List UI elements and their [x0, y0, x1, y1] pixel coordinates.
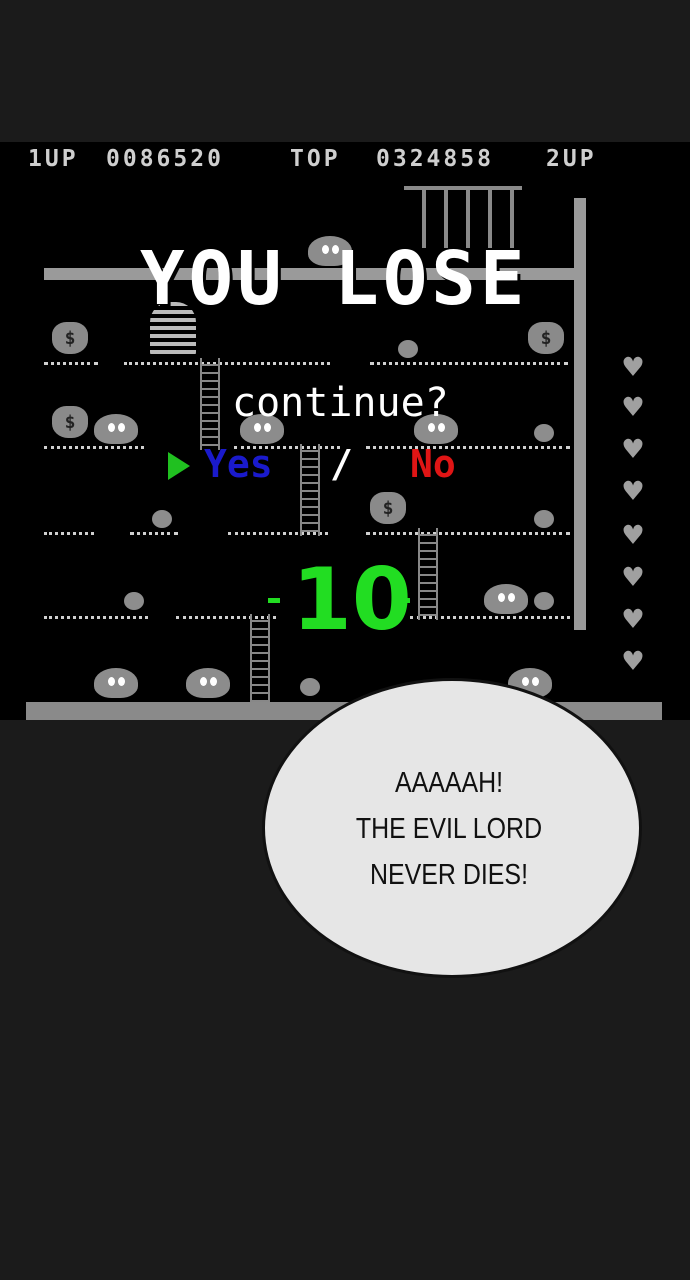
platform	[366, 446, 570, 454]
broken-heart-icon: ♥	[623, 558, 643, 596]
slime-enemy	[94, 668, 138, 698]
you-lose-title: YOU LOSE	[140, 236, 529, 322]
money-bag-icon: $	[528, 322, 564, 354]
speech-bubble-text: AAAAAH! THE EVIL LORD NEVER DIES!	[262, 760, 636, 898]
broken-heart-icon: ♥	[623, 388, 643, 426]
platform	[44, 616, 148, 624]
broken-heart-icon: ♥	[623, 516, 643, 554]
platform	[44, 446, 144, 454]
top-score: 0324858	[376, 146, 494, 172]
continue-prompt: continue?	[232, 380, 449, 426]
apple-icon	[534, 510, 554, 528]
ladder	[200, 358, 220, 450]
money-bag-icon: $	[52, 322, 88, 354]
countdown-dash-right	[398, 598, 410, 603]
platform	[370, 362, 568, 370]
top-label: TOP	[290, 146, 341, 172]
apple-icon	[398, 340, 418, 358]
p2-label: 2UP	[546, 146, 597, 172]
apple-icon	[300, 678, 320, 696]
ladder	[300, 444, 320, 536]
platform	[44, 362, 98, 370]
speech-line-2: THE EVIL LORD	[355, 813, 543, 845]
slime-enemy	[186, 668, 230, 698]
broken-heart-icon: ♥	[623, 642, 643, 680]
continue-countdown: 10	[292, 550, 412, 650]
platform	[366, 532, 570, 540]
apple-icon	[152, 510, 172, 528]
broken-heart-icon: ♥	[623, 348, 643, 386]
platform	[124, 362, 330, 370]
apple-icon	[534, 424, 554, 442]
option-separator: /	[330, 442, 353, 486]
slime-enemy	[484, 584, 528, 614]
speech-line-3: NEVER DIES!	[370, 859, 528, 891]
money-bag-icon: $	[52, 406, 88, 438]
broken-heart-icon: ♥	[623, 430, 643, 468]
apple-icon	[124, 592, 144, 610]
platform	[44, 532, 94, 540]
slime-enemy	[94, 414, 138, 444]
game-screen: 1UP 0086520 TOP 0324858 2UP $ $ $ $ ♥ ♥ …	[0, 142, 690, 720]
p1-label: 1UP	[28, 146, 79, 172]
broken-heart-icon: ♥	[623, 472, 643, 510]
money-bag-icon: $	[370, 492, 406, 524]
ladder	[250, 614, 270, 702]
apple-icon	[534, 592, 554, 610]
selection-cursor-icon	[168, 452, 190, 480]
broken-heart-icon: ♥	[623, 600, 643, 638]
p1-score: 0086520	[106, 146, 224, 172]
ladder	[418, 528, 438, 620]
yes-option[interactable]: Yes	[204, 442, 273, 486]
no-option[interactable]: No	[410, 442, 456, 486]
countdown-dash-left	[268, 598, 280, 603]
speech-line-1: AAAAAH!	[394, 767, 504, 799]
right-pillar	[574, 198, 586, 630]
platform	[130, 532, 178, 540]
